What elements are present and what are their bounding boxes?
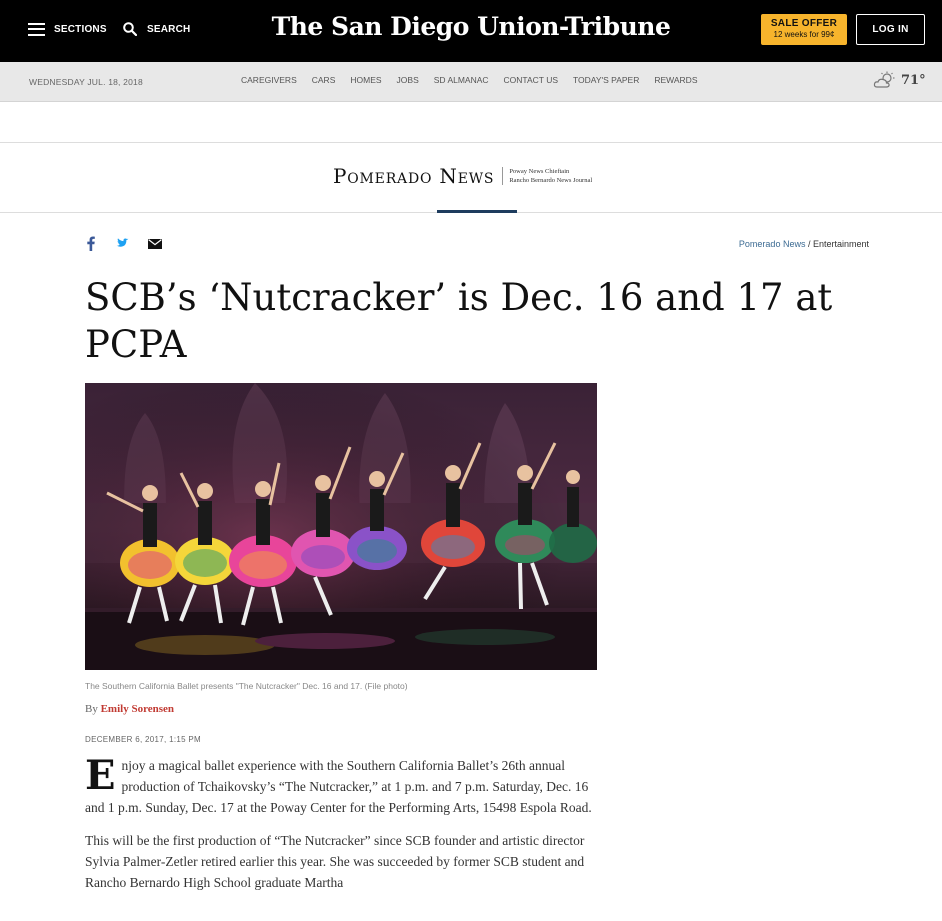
- nav-link-todays-paper[interactable]: TODAY'S PAPER: [573, 75, 639, 85]
- twitter-share-button[interactable]: [114, 237, 129, 250]
- nav-link-rewards[interactable]: REWARDS: [654, 75, 697, 85]
- social-share-bar: [87, 236, 181, 251]
- section-header: Pomerado News Poway News Chieftain Ranch…: [0, 142, 942, 213]
- article-body: Enjoy a magical ballet experience with t…: [85, 755, 600, 905]
- section-title: Pomerado News: [333, 164, 495, 188]
- nav-link-sd-almanac[interactable]: SD ALMANAC: [434, 75, 489, 85]
- author-link[interactable]: Emily Sorensen: [101, 703, 174, 715]
- breadcrumb-section-link[interactable]: Pomerado News: [739, 239, 806, 249]
- email-icon: [148, 238, 162, 249]
- byline-prefix: By: [85, 703, 101, 715]
- drop-cap: E: [85, 752, 116, 799]
- top-bar: SECTIONS SEARCH The San Diego Union-Trib…: [0, 0, 942, 62]
- breadcrumb-subsection-link[interactable]: Entertainment: [813, 239, 869, 249]
- nav-link-cars[interactable]: CARS: [312, 75, 336, 85]
- sale-offer-subtitle: 12 weeks for 99¢: [773, 30, 835, 39]
- publish-date: DECEMBER 6, 2017, 1:15 PM: [85, 735, 201, 744]
- subtitle-line-2: Rancho Bernardo News Journal: [509, 177, 593, 184]
- email-share-button[interactable]: [148, 238, 162, 249]
- temperature: 71°: [901, 72, 926, 88]
- article-paragraph: Enjoy a magical ballet experience with t…: [85, 755, 600, 818]
- photo-caption: The Southern California Ballet presents …: [85, 681, 408, 691]
- breadcrumb-separator: /: [805, 239, 813, 249]
- paragraph-1-text: njoy a magical ballet experience with th…: [85, 758, 592, 815]
- sale-offer-title: SALE OFFER: [770, 18, 838, 29]
- nav-bar: WEDNESDAY JUL. 18, 2018 CAREGIVERS CARS …: [0, 62, 942, 102]
- subtitle-line-1: Poway News Chieftain: [509, 168, 570, 175]
- article-headline: SCB’s ‘Nutcracker’ is Dec. 16 and 17 at …: [85, 276, 833, 366]
- twitter-icon: [116, 237, 129, 247]
- pomerado-news-logo[interactable]: Pomerado News Poway News Chieftain Ranch…: [333, 164, 592, 188]
- nav-link-homes[interactable]: HOMES: [350, 75, 381, 85]
- article-photo[interactable]: [85, 383, 597, 670]
- article-paragraph: This will be the first production of “Th…: [85, 833, 585, 890]
- current-date: WEDNESDAY JUL. 18, 2018: [29, 77, 143, 87]
- nav-link-contact-us[interactable]: CONTACT US: [504, 75, 558, 85]
- facebook-icon: [87, 236, 95, 251]
- nav-links: CAREGIVERS CARS HOMES JOBS SD ALMANAC CO…: [241, 75, 713, 85]
- section-subtitle: Poway News Chieftain Rancho Bernardo New…: [509, 167, 592, 185]
- ballet-photo-image: [85, 383, 597, 670]
- breadcrumb: Pomerado News / Entertainment: [739, 239, 869, 249]
- section-underline: [437, 210, 517, 213]
- nav-link-jobs[interactable]: JOBS: [397, 75, 419, 85]
- login-button[interactable]: LOG IN: [856, 14, 925, 45]
- weather-widget[interactable]: 71°: [873, 71, 926, 89]
- nav-link-caregivers[interactable]: CAREGIVERS: [241, 75, 297, 85]
- facebook-share-button[interactable]: [87, 236, 95, 251]
- sale-offer-button[interactable]: SALE OFFER 12 weeks for 99¢: [761, 14, 847, 45]
- logo-divider: [502, 167, 504, 185]
- partly-cloudy-icon: [873, 71, 895, 88]
- byline: By Emily Sorensen: [85, 703, 174, 715]
